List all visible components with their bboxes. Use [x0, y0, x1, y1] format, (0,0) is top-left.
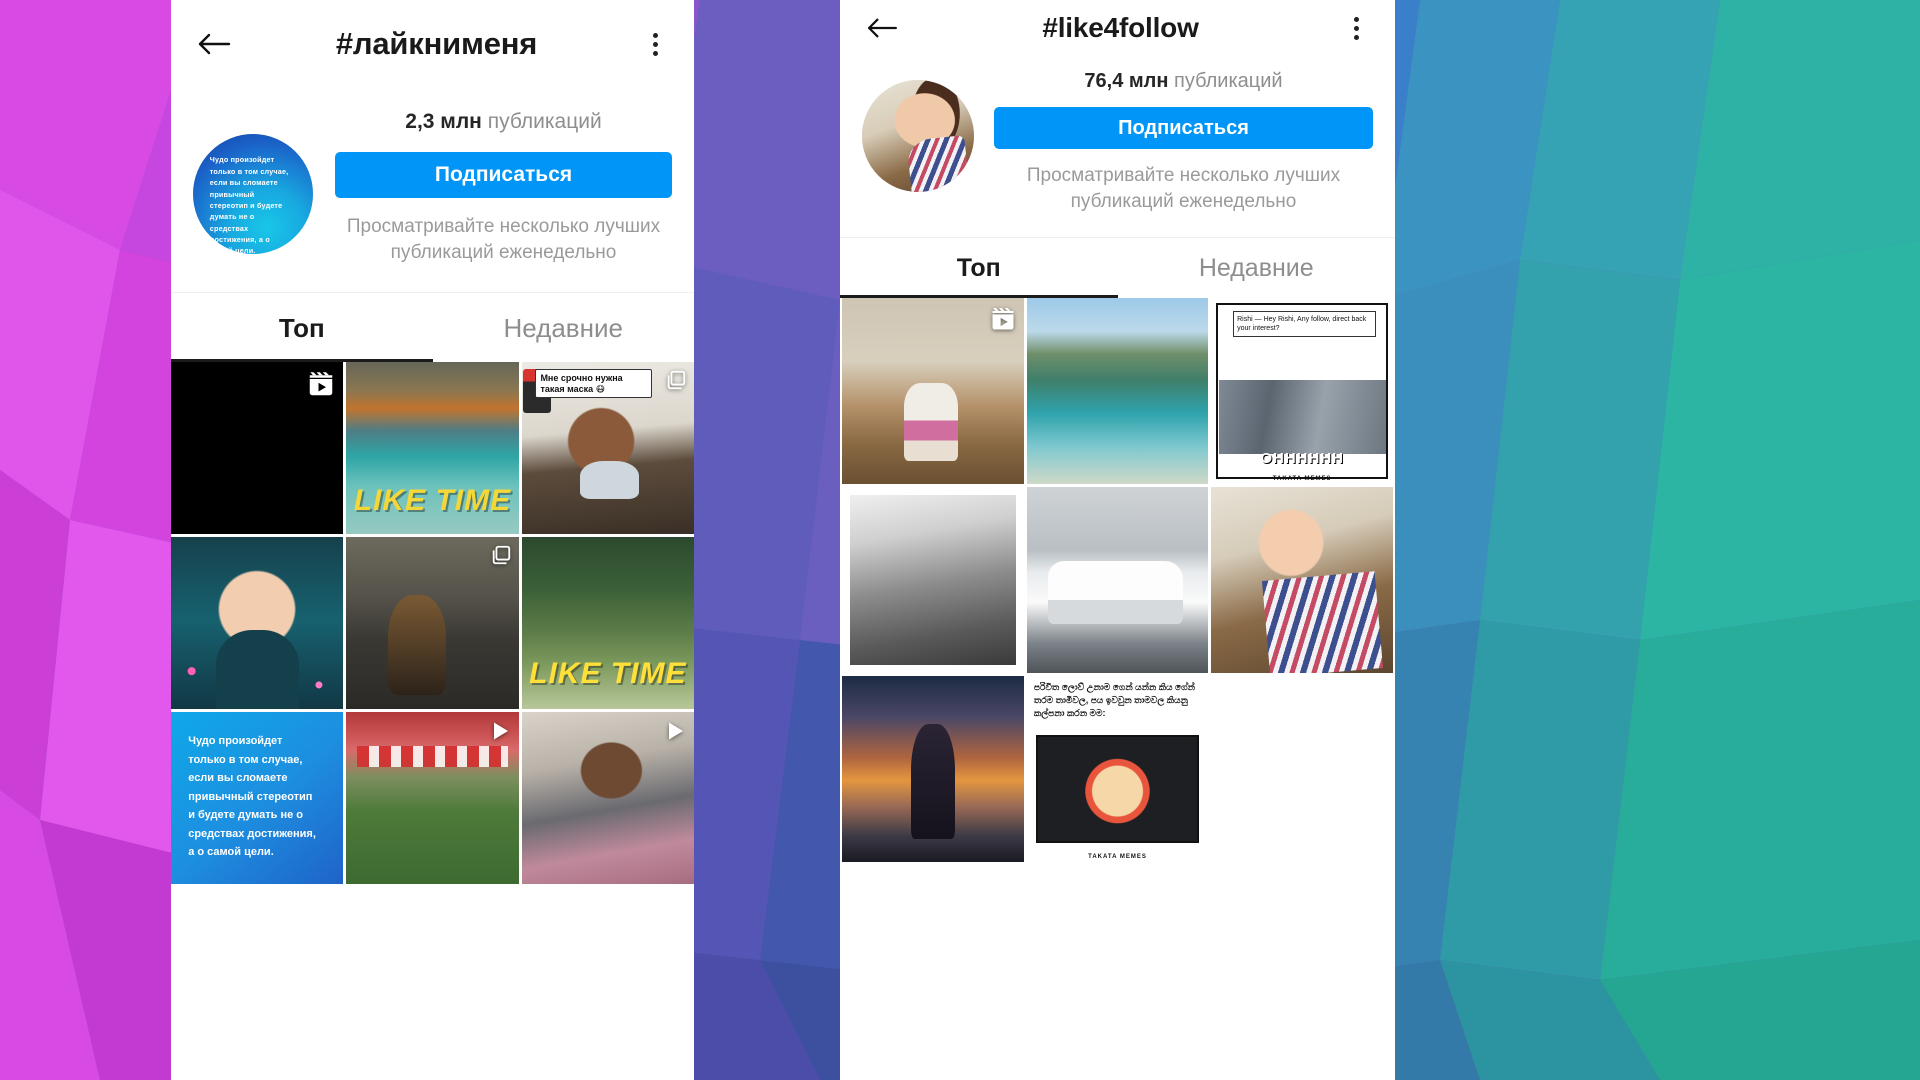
tile-dogs[interactable]: [346, 536, 519, 709]
tile-sinhala-meme[interactable]: පරිවිත ලොව් උනාම ගෙන් යන්න කිය ගේන් තරම …: [1026, 675, 1209, 862]
right-tabs: Топ Недавние: [840, 236, 1396, 298]
right-header: #like4follow: [840, 0, 1395, 56]
tab-top[interactable]: Топ: [171, 293, 433, 362]
reel-icon: [989, 305, 1017, 338]
tile-sea-beach[interactable]: [1026, 297, 1209, 484]
crowd-banner: [356, 746, 509, 767]
hashtag-page-right: #like4follow 76,4 млн публикаций Подписа…: [840, 0, 1395, 1080]
tile-caption: LIKE TIME: [353, 484, 512, 518]
page-title: #like4follow: [1042, 12, 1199, 43]
left-info-block: Чудо произойдет только в том случае, есл…: [171, 88, 694, 292]
kebab-menu-icon[interactable]: [1343, 16, 1369, 40]
avatar-quote-text: Чудо произойдет только в том случае, есл…: [209, 155, 289, 254]
hashtag-page-left: #лайкнименя Чудо произойдет только в том…: [171, 0, 694, 1080]
tile-quote-card[interactable]: Чудо произойдет только в том случае, есл…: [171, 711, 344, 884]
carousel-icon: [665, 369, 687, 396]
meme-bubble-text: Rishi — Hey Rishi, Any follow, direct ba…: [1233, 310, 1376, 337]
arrow-left-icon[interactable]: [866, 16, 898, 40]
tile-rain-man[interactable]: [171, 536, 344, 709]
tile-caption: පරිවිත ලොව් උනාම ගෙන් යන්න කිය ගේන් තරම …: [1033, 682, 1195, 718]
tile-cat-like-time[interactable]: LIKE TIME: [346, 361, 519, 534]
left-post-grid: LIKE TIME Мне срочно нужна такая маска 😷…: [171, 361, 694, 1080]
meme-watermark: TAKATA MEMES: [1088, 853, 1147, 860]
tile-white-van[interactable]: [1026, 486, 1209, 673]
carousel-icon: [490, 544, 512, 571]
play-icon: [488, 719, 512, 748]
tab-recent[interactable]: Недавние: [433, 293, 695, 362]
page-title: #лайкнименя: [335, 26, 538, 61]
meme-watermark: TAKATA MEMES: [1272, 475, 1332, 482]
avatar[interactable]: Чудо произойдет только в том случае, есл…: [193, 134, 313, 254]
tile-ohhhh-meme[interactable]: Rishi — Hey Rishi, Any follow, direct ba…: [1211, 297, 1393, 484]
tile-forest-like-time[interactable]: LIKE TIME: [521, 536, 694, 709]
tile-bw-building[interactable]: [842, 486, 1024, 673]
post-count-number: 2,3 млн: [405, 110, 482, 133]
tile-child-room[interactable]: [842, 297, 1024, 484]
follow-button[interactable]: Подписаться: [994, 107, 1373, 149]
tab-recent[interactable]: Недавние: [1118, 238, 1396, 298]
tile-caption: OHHHHHH: [1260, 449, 1344, 467]
anime-panel: [1035, 735, 1200, 844]
post-count-label: публикаций: [487, 110, 602, 133]
arrow-left-icon[interactable]: [197, 31, 231, 57]
left-header: #лайкнименя: [171, 0, 694, 88]
tile-sunset-girl[interactable]: [842, 675, 1024, 862]
face-mask-shape: [580, 461, 639, 500]
tile-mask-meme[interactable]: Мне срочно нужна такая маска 😷: [521, 361, 694, 534]
avatar-photo: [862, 80, 974, 192]
play-icon: [663, 719, 687, 748]
tile-stadium-video[interactable]: [346, 711, 519, 884]
right-info-block: 76,4 млн публикаций Подписаться Просматр…: [840, 56, 1395, 237]
reel-icon: [306, 369, 336, 404]
tile-plane-video[interactable]: [521, 711, 694, 884]
meme-photo-strip: [1218, 379, 1386, 454]
tile-reel-dark[interactable]: [171, 361, 344, 534]
tile-caption: Чудо произойдет только в том случае, есл…: [188, 735, 316, 859]
follow-subtitle: Просматривайте несколько лучших публикац…: [1026, 165, 1341, 212]
bw-photo: [850, 494, 1016, 665]
follow-subtitle: Просматривайте несколько лучших публикац…: [346, 216, 661, 263]
avatar[interactable]: [862, 80, 974, 192]
tab-top[interactable]: Топ: [840, 238, 1118, 298]
kebab-menu-icon[interactable]: [642, 32, 668, 56]
left-tabs: Топ Недавние: [171, 291, 695, 362]
tile-girl-plaid[interactable]: [1211, 486, 1393, 673]
follow-button[interactable]: Подписаться: [335, 152, 672, 198]
post-count: 76,4 млн публикаций: [1084, 70, 1282, 93]
post-count: 2,3 млн публикаций: [405, 110, 601, 134]
post-count-label: публикаций: [1174, 70, 1283, 92]
right-post-grid: Rishi — Hey Rishi, Any follow, direct ba…: [840, 297, 1395, 1080]
post-count-number: 76,4 млн: [1084, 70, 1169, 92]
tile-caption: LIKE TIME: [529, 657, 687, 691]
tile-caption: Мне срочно нужна такая маска 😷: [535, 368, 653, 399]
